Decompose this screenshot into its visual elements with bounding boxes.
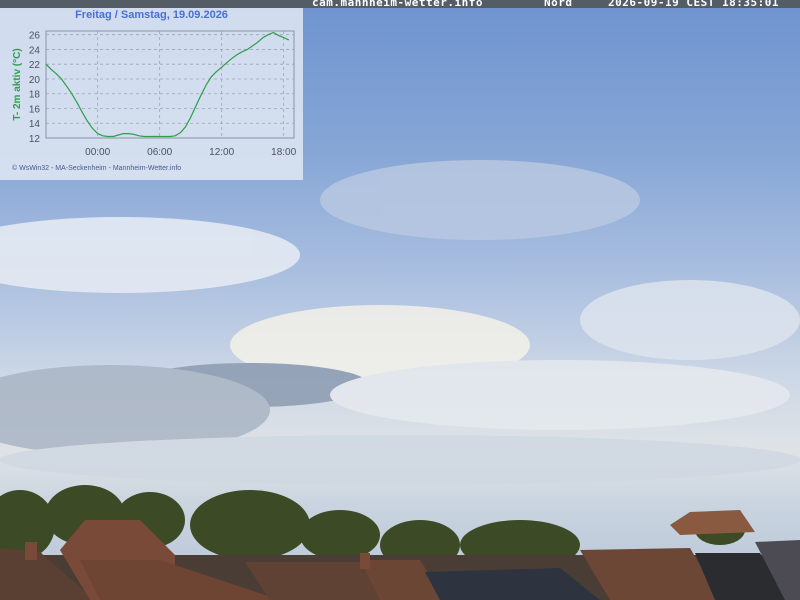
- y-tick-label: 26: [29, 31, 41, 42]
- y-tick-label: 16: [29, 104, 41, 115]
- y-tick-label: 24: [29, 45, 41, 56]
- temperature-chart: 12 14 16 18 20 22 24 26 00:00 06:00 12:00 18:00 T- 2…: [12, 30, 297, 158]
- y-axis-label: T- 2m aktiv (°C): [12, 48, 23, 120]
- temperature-chart-panel: Freitag / Samstag, 19.09.2026 12 14 16 18 20…: [0, 8, 303, 180]
- x-tick-label: 12:00: [209, 147, 234, 158]
- x-tick-label: 06:00: [147, 147, 172, 158]
- y-tick-label: 14: [29, 119, 41, 130]
- chart-footer: © WsWin32 - MA-Seckenheim - Mannheim-Wet…: [12, 165, 182, 172]
- site-label: cam.mannheim-wetter.info: [312, 0, 483, 9]
- cloud-layer: [0, 160, 800, 485]
- plot-frame: [45, 30, 295, 139]
- y-tick-label: 20: [29, 75, 41, 86]
- x-tick-label: 00:00: [85, 147, 110, 158]
- y-tick-label: 18: [29, 90, 41, 101]
- timestamp-label: 2026-09-19 CEST 18:35:01: [608, 0, 779, 9]
- direction-label: Nord: [544, 0, 573, 9]
- y-tick-label: 12: [29, 134, 41, 145]
- camera-status-bar: cam.mannheim-wetter.info Nord 2026-09-19…: [0, 0, 800, 9]
- x-tick-label: 18:00: [271, 147, 296, 158]
- y-tick-label: 22: [29, 60, 41, 71]
- temperature-series-line: [45, 31, 290, 138]
